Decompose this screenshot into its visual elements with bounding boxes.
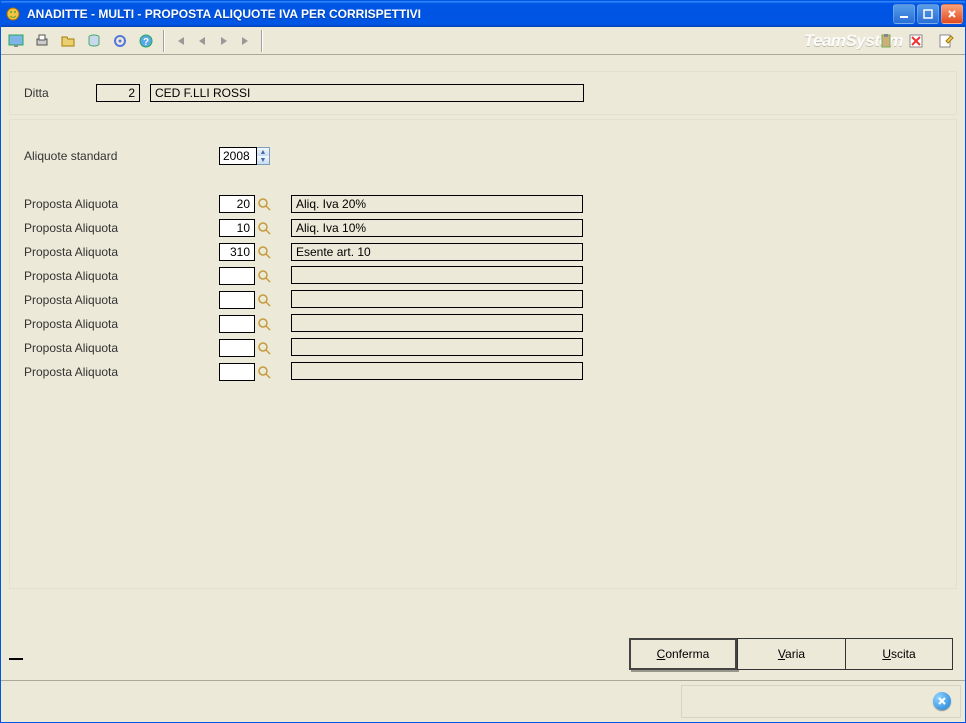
nav-first-icon[interactable] (171, 32, 189, 50)
tool-print-icon[interactable] (30, 29, 54, 53)
window-controls (893, 4, 963, 24)
aliquota-desc: Aliq. Iva 10% (291, 219, 583, 237)
spin-up-icon[interactable]: ▲ (257, 148, 269, 156)
footer-buttons: Conferma Varia Uscita (629, 638, 953, 670)
search-icon[interactable] (255, 221, 273, 235)
content-area: Ditta 2 CED F.LLI ROSSI Aliquote standar… (9, 71, 957, 622)
aliquota-label: Proposta Aliquota (24, 221, 219, 235)
search-icon[interactable] (255, 341, 273, 355)
varia-button[interactable]: Varia (737, 638, 845, 670)
aliquota-label: Proposta Aliquota (24, 293, 219, 307)
toolbar-right (873, 29, 959, 53)
tool-edit-icon[interactable] (934, 29, 958, 53)
close-button[interactable] (941, 4, 963, 24)
search-icon[interactable] (255, 245, 273, 259)
uscita-button[interactable]: Uscita (845, 638, 953, 670)
aliquota-code-input[interactable] (219, 243, 255, 261)
aliquota-code-input[interactable] (219, 291, 255, 309)
search-icon[interactable] (255, 293, 273, 307)
aliquota-label: Proposta Aliquota (24, 341, 219, 355)
dash-mark (9, 658, 23, 660)
search-icon[interactable] (255, 269, 273, 283)
window-title: ANADITTE - MULTI - PROPOSTA ALIQUOTE IVA… (25, 7, 893, 21)
aliquota-code-input[interactable] (219, 267, 255, 285)
aliquota-label: Proposta Aliquota (24, 365, 219, 379)
aliquota-code-input[interactable] (219, 219, 255, 237)
titlebar: ANADITTE - MULTI - PROPOSTA ALIQUOTE IVA… (1, 1, 965, 27)
tool-settings-icon[interactable] (108, 29, 132, 53)
aliquota-code-input[interactable] (219, 315, 255, 333)
aliquota-row: Proposta Aliquota Esente art. 10 (24, 240, 942, 264)
aliquota-row: Proposta Aliquota Aliq. Iva 20% (24, 192, 942, 216)
aliquota-row: Proposta Aliquota Aliq. Iva 10% (24, 216, 942, 240)
status-close-icon[interactable] (933, 692, 951, 710)
svg-text:?: ? (143, 37, 149, 48)
main-panel: Aliquote standard ▲ ▼ Proposta Aliquota A… (9, 119, 957, 589)
aliquota-row: Proposta Aliquota (24, 288, 942, 312)
nav-next-icon[interactable] (215, 32, 233, 50)
aliquota-code-input[interactable] (219, 195, 255, 213)
app-icon (5, 6, 21, 22)
ditta-name: CED F.LLI ROSSI (150, 84, 584, 102)
ditta-label: Ditta (24, 86, 96, 100)
status-panel (681, 685, 961, 718)
tool-db-icon[interactable] (82, 29, 106, 53)
aliquota-desc (291, 290, 583, 308)
nav-last-icon[interactable] (237, 32, 255, 50)
aliquota-label: Proposta Aliquota (24, 269, 219, 283)
aliquota-code-input[interactable] (219, 339, 255, 357)
tool-help-icon[interactable]: ? (134, 29, 158, 53)
statusbar (1, 680, 965, 722)
ditta-code: 2 (96, 84, 140, 102)
aliquota-desc: Esente art. 10 (291, 243, 583, 261)
app-window: ANADITTE - MULTI - PROPOSTA ALIQUOTE IVA… (0, 0, 966, 723)
aliquota-desc (291, 338, 583, 356)
search-icon[interactable] (255, 365, 273, 379)
aliquote-standard-label: Aliquote standard (24, 149, 219, 163)
year-input[interactable] (219, 147, 257, 165)
aliquota-row: Proposta Aliquota (24, 264, 942, 288)
aliquota-row: Proposta Aliquota (24, 360, 942, 384)
toolbar-separator (261, 30, 263, 52)
aliquota-code-input[interactable] (219, 363, 255, 381)
tool-folder-icon[interactable] (56, 29, 80, 53)
aliquota-row: Proposta Aliquota (24, 336, 942, 360)
aliquota-desc (291, 314, 583, 332)
aliquota-row: Proposta Aliquota (24, 312, 942, 336)
minimize-button[interactable] (893, 4, 915, 24)
aliquota-desc (291, 266, 583, 284)
aliquota-desc: Aliq. Iva 20% (291, 195, 583, 213)
aliquota-label: Proposta Aliquota (24, 317, 219, 331)
maximize-button[interactable] (917, 4, 939, 24)
year-spinbox[interactable]: ▲ ▼ (219, 147, 270, 165)
search-icon[interactable] (255, 197, 273, 211)
nav-prev-icon[interactable] (193, 32, 211, 50)
aliquota-label: Proposta Aliquota (24, 197, 219, 211)
tool-clipboard-icon[interactable] (874, 29, 898, 53)
conferma-button[interactable]: Conferma (629, 638, 737, 670)
search-icon[interactable] (255, 317, 273, 331)
ditta-section: Ditta 2 CED F.LLI ROSSI (9, 71, 957, 115)
tool-delete-icon[interactable] (904, 29, 928, 53)
aliquota-label: Proposta Aliquota (24, 245, 219, 259)
toolbar-separator (163, 30, 165, 52)
spin-down-icon[interactable]: ▼ (257, 156, 269, 164)
toolbar: ? TeamSystem (1, 27, 965, 55)
aliquota-desc (291, 362, 583, 380)
tool-screen-icon[interactable] (4, 29, 28, 53)
